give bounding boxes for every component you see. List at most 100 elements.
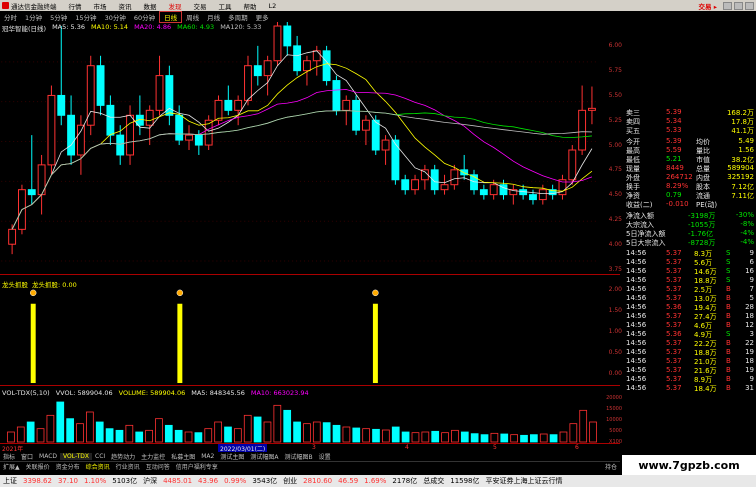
volume-bar[interactable] [273, 404, 282, 443]
candle[interactable] [411, 174, 419, 195]
volume-bar[interactable] [312, 421, 321, 443]
volume-bar[interactable] [569, 423, 578, 443]
candle[interactable] [234, 95, 243, 126]
menu-item-news[interactable]: 资讯 [113, 1, 138, 11]
indicator-tab[interactable]: 设置 [316, 452, 334, 461]
volume-bar[interactable] [322, 422, 331, 443]
volume-bar[interactable] [86, 411, 94, 443]
candle[interactable] [322, 45, 331, 86]
holdings-tab[interactable]: 持仓 [602, 462, 620, 471]
volume-bar[interactable] [480, 434, 489, 443]
candle[interactable] [165, 65, 174, 126]
candle[interactable] [263, 55, 272, 96]
volume-bar[interactable] [125, 424, 134, 443]
volume-bar[interactable] [214, 421, 222, 443]
volume-bar[interactable] [174, 429, 183, 443]
candle[interactable] [588, 86, 596, 125]
volume-bar[interactable] [293, 421, 301, 443]
period-tab[interactable]: 60分钟 [130, 12, 159, 22]
period-tab[interactable]: 5分钟 [46, 12, 71, 22]
volume-bar[interactable] [7, 431, 15, 443]
menu-item-market[interactable]: 市场 [88, 1, 113, 11]
candle[interactable] [155, 55, 164, 116]
volume-bar[interactable] [95, 421, 104, 443]
volume-bar[interactable] [332, 424, 341, 443]
candle[interactable] [175, 105, 184, 146]
volume-bar[interactable] [539, 433, 548, 443]
volume-bar[interactable] [579, 409, 588, 443]
maximize-button[interactable] [734, 1, 743, 10]
volume-bar[interactable] [431, 430, 440, 443]
candle[interactable] [371, 115, 380, 155]
signal-bar[interactable] [177, 303, 183, 384]
info-tab[interactable]: 信用户福利专享 [173, 462, 221, 471]
menu-item-data[interactable]: 数据 [138, 1, 163, 11]
signal-bar[interactable] [372, 303, 378, 384]
volume-bar[interactable] [105, 428, 114, 443]
volume-bar[interactable] [401, 431, 410, 443]
volume-bar[interactable] [352, 427, 361, 443]
volume-bar[interactable] [36, 428, 45, 443]
indicator-tab[interactable]: 测试幅图A [247, 452, 281, 461]
candlestick-chart[interactable]: 7.58 [0, 22, 620, 275]
info-tab[interactable]: 综合资讯 [83, 462, 113, 471]
volume-bar[interactable] [194, 432, 203, 443]
volume-bar[interactable] [342, 426, 351, 443]
volume-bar[interactable] [559, 431, 568, 443]
candle[interactable] [253, 45, 262, 86]
volume-bar[interactable] [204, 428, 213, 443]
volume-bar[interactable] [303, 423, 311, 443]
indicator-tab[interactable]: MA2 [198, 453, 217, 460]
candle[interactable] [67, 95, 76, 165]
candle[interactable] [57, 26, 66, 126]
menu-item-trade[interactable]: 交易 [188, 1, 213, 11]
volume-bar[interactable] [234, 428, 242, 443]
volume-bar[interactable] [184, 431, 193, 443]
candle[interactable] [361, 115, 370, 146]
signal-indicator-chart[interactable] [0, 276, 620, 386]
volume-bar[interactable] [66, 418, 74, 443]
volume-bar[interactable] [16, 426, 25, 443]
volume-bar[interactable] [115, 429, 124, 443]
indicator-tab[interactable]: 测试幅图B [281, 452, 315, 461]
volume-bar[interactable] [243, 414, 252, 443]
candle[interactable] [27, 135, 36, 205]
period-tab[interactable]: 更多 [252, 12, 273, 22]
volume-bar[interactable] [224, 426, 232, 443]
volume-bar[interactable] [362, 428, 370, 443]
candle[interactable] [106, 95, 115, 146]
candle[interactable] [76, 115, 85, 175]
volume-bar[interactable] [26, 421, 35, 443]
candle[interactable] [352, 95, 361, 136]
candle[interactable] [244, 55, 252, 106]
candle[interactable] [47, 85, 56, 175]
volume-bar[interactable] [421, 431, 430, 443]
volume-bar[interactable] [520, 434, 528, 443]
period-tab[interactable]: 分时 [0, 12, 21, 22]
volume-bar[interactable] [460, 431, 469, 443]
candle[interactable] [86, 55, 95, 136]
period-tab[interactable]: 1分钟 [21, 12, 46, 22]
volume-bar[interactable] [253, 416, 262, 443]
candle[interactable] [509, 184, 518, 205]
hs-label[interactable]: 沪深 [140, 476, 160, 486]
period-tab[interactable]: 多周期 [224, 12, 252, 22]
period-tab[interactable]: 月线 [203, 12, 224, 22]
candle[interactable] [194, 130, 203, 155]
candle[interactable] [401, 174, 410, 195]
candle[interactable] [224, 85, 233, 116]
indicator-tab[interactable]: 趋势动力 [108, 452, 138, 461]
volume-bar[interactable] [382, 429, 390, 443]
info-tab[interactable]: 扩展▲ [0, 462, 23, 471]
trade-link[interactable]: 交易 ▸ [698, 1, 723, 11]
volume-bar[interactable] [372, 428, 380, 443]
candle[interactable] [578, 85, 587, 155]
volume-bar[interactable] [155, 418, 163, 443]
minimize-button[interactable] [723, 1, 732, 10]
candle[interactable] [332, 75, 341, 116]
menu-item-help[interactable]: 帮助 [238, 1, 263, 11]
indicator-tab[interactable]: 窗口 [18, 452, 36, 461]
volume-bar[interactable] [76, 423, 84, 443]
period-tab[interactable]: 日线 [159, 10, 183, 23]
volume-bar[interactable] [490, 432, 499, 443]
